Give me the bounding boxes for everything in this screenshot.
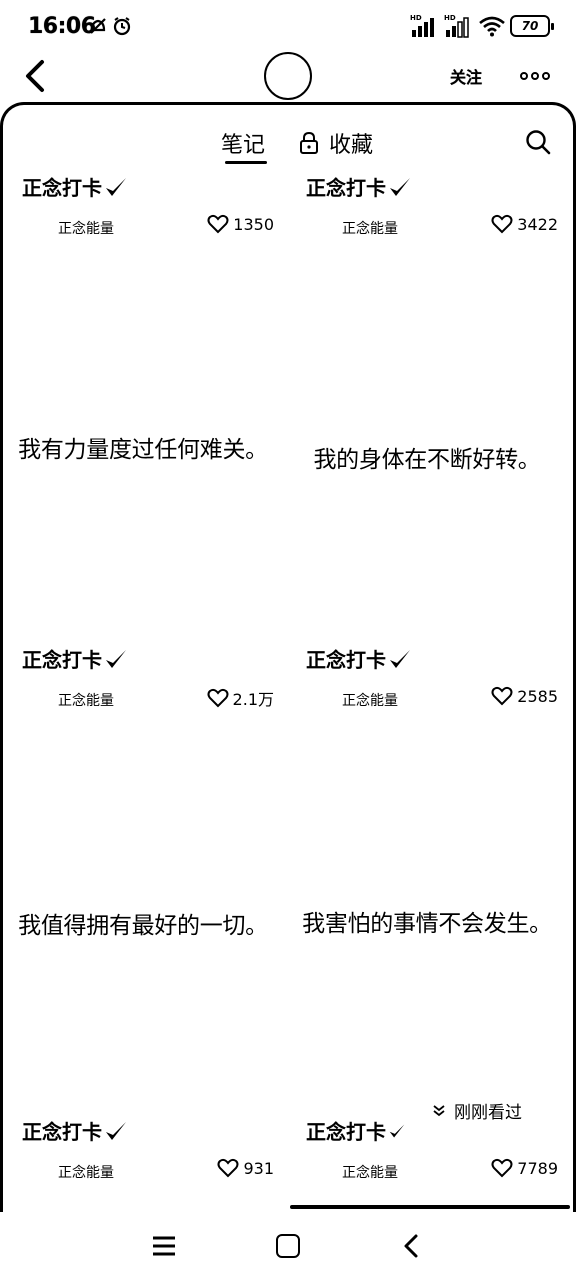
card-likes[interactable]: 7789 <box>491 1158 558 1178</box>
check-icon <box>389 1123 405 1138</box>
back-icon[interactable] <box>400 1232 424 1260</box>
note-card[interactable]: 正念打卡 正念能量 2.1万 我值得拥有最好的一切。 <box>2 640 284 1110</box>
battery-icon: 70 <box>510 15 554 37</box>
system-nav-bar <box>0 1212 576 1280</box>
card-title-text: 正念打卡 <box>22 648 102 672</box>
card-title: 正念打卡 <box>306 172 412 201</box>
card-title: 正念打卡 <box>22 1116 128 1145</box>
menu-icon[interactable] <box>150 1232 178 1260</box>
card-text: 我值得拥有最好的一切。 <box>18 913 268 939</box>
signal-icon: HD <box>410 14 440 38</box>
check-icon <box>390 177 410 196</box>
heart-icon <box>207 214 229 234</box>
check-icon <box>106 177 126 196</box>
note-card[interactable]: 正念打卡 正念能量 2585 我害怕的事情不会发生。 <box>286 640 568 1110</box>
just-seen-label: 刚刚看过 <box>454 1103 522 1123</box>
like-count: 2585 <box>517 686 558 706</box>
card-likes[interactable]: 2585 <box>491 686 558 706</box>
heart-icon <box>207 688 229 708</box>
tab-notes[interactable]: 笔记 <box>221 127 265 159</box>
card-likes[interactable]: 931 <box>217 1158 274 1178</box>
tab-favorites[interactable]: 收藏 <box>299 127 373 159</box>
status-bar: 16:06 HD HD 70 <box>0 0 576 52</box>
heart-icon <box>491 214 513 234</box>
lock-icon <box>300 132 318 154</box>
like-count: 2.1万 <box>232 690 274 709</box>
like-count: 1350 <box>233 214 274 234</box>
like-count: 931 <box>243 1158 274 1178</box>
chevron-left-icon[interactable] <box>18 58 52 94</box>
tab-active-indicator <box>225 161 267 164</box>
status-icons-right: HD HD 70 <box>410 14 554 38</box>
home-icon[interactable] <box>276 1234 300 1258</box>
card-title-text: 正念打卡 <box>306 648 386 672</box>
like-count: 7789 <box>517 1158 558 1178</box>
card-title: 正念打卡 <box>22 644 128 673</box>
tab-bar: 笔记 收藏 <box>3 127 573 171</box>
top-nav: 关注 <box>0 52 576 100</box>
profile-page: 16:06 HD HD 70 关注 笔记 收藏 正念打卡 正念能量 1350 我… <box>0 0 576 1280</box>
note-card[interactable]: 正念打卡 正念能量 3422 我的身体在不断好转。 <box>286 168 568 638</box>
card-author[interactable]: 正念能量 <box>58 690 114 710</box>
card-text: 我害怕的事情不会发生。 <box>302 911 552 937</box>
follow-button[interactable]: 关注 <box>450 64 482 88</box>
card-title: 正念打卡 <box>306 644 412 673</box>
search-icon[interactable] <box>525 129 551 155</box>
heart-icon <box>491 1158 513 1178</box>
card-text: 我有力量度过任何难关。 <box>18 437 268 463</box>
heart-icon <box>217 1158 239 1178</box>
signal-icon: HD <box>444 14 474 38</box>
note-card[interactable]: 正念打卡 正念能量 1350 我有力量度过任何难关。 <box>2 168 284 638</box>
more-dots-icon[interactable] <box>520 72 550 80</box>
card-title-text: 正念打卡 <box>306 176 386 200</box>
divider <box>290 1205 570 1209</box>
card-author[interactable]: 正念能量 <box>58 1162 114 1182</box>
status-time: 16:06 <box>28 14 96 39</box>
avatar[interactable] <box>264 52 312 100</box>
just-seen-marker[interactable]: 刚刚看过 <box>428 1096 526 1125</box>
card-author[interactable]: 正念能量 <box>342 218 398 238</box>
check-icon <box>390 649 410 668</box>
card-author[interactable]: 正念能量 <box>342 1162 398 1182</box>
status-icons-left <box>88 16 132 36</box>
card-title-text: 正念打卡 <box>22 1120 102 1144</box>
card-author[interactable]: 正念能量 <box>58 218 114 238</box>
mute-icon <box>90 18 106 34</box>
alarm-icon <box>113 17 131 36</box>
double-chevron-down-icon <box>433 1104 445 1116</box>
card-title: 正念打卡 <box>22 172 128 201</box>
check-icon <box>106 1121 126 1140</box>
heart-icon <box>491 686 513 706</box>
tab-favorites-label: 收藏 <box>329 133 374 158</box>
card-author[interactable]: 正念能量 <box>342 690 398 710</box>
card-title: 正念打卡 <box>306 1116 406 1145</box>
wifi-icon <box>479 16 505 37</box>
card-likes[interactable]: 2.1万 <box>207 686 274 710</box>
note-card[interactable]: 正念打卡 正念能量 7789 <box>286 1112 568 1212</box>
card-title-text: 正念打卡 <box>306 1120 386 1144</box>
card-title-text: 正念打卡 <box>22 176 102 200</box>
card-likes[interactable]: 3422 <box>491 214 558 234</box>
note-card[interactable]: 正念打卡 正念能量 931 <box>2 1112 284 1212</box>
card-text: 我的身体在不断好转。 <box>313 447 541 473</box>
check-icon <box>106 649 126 668</box>
card-likes[interactable]: 1350 <box>207 214 274 234</box>
like-count: 3422 <box>517 214 558 234</box>
